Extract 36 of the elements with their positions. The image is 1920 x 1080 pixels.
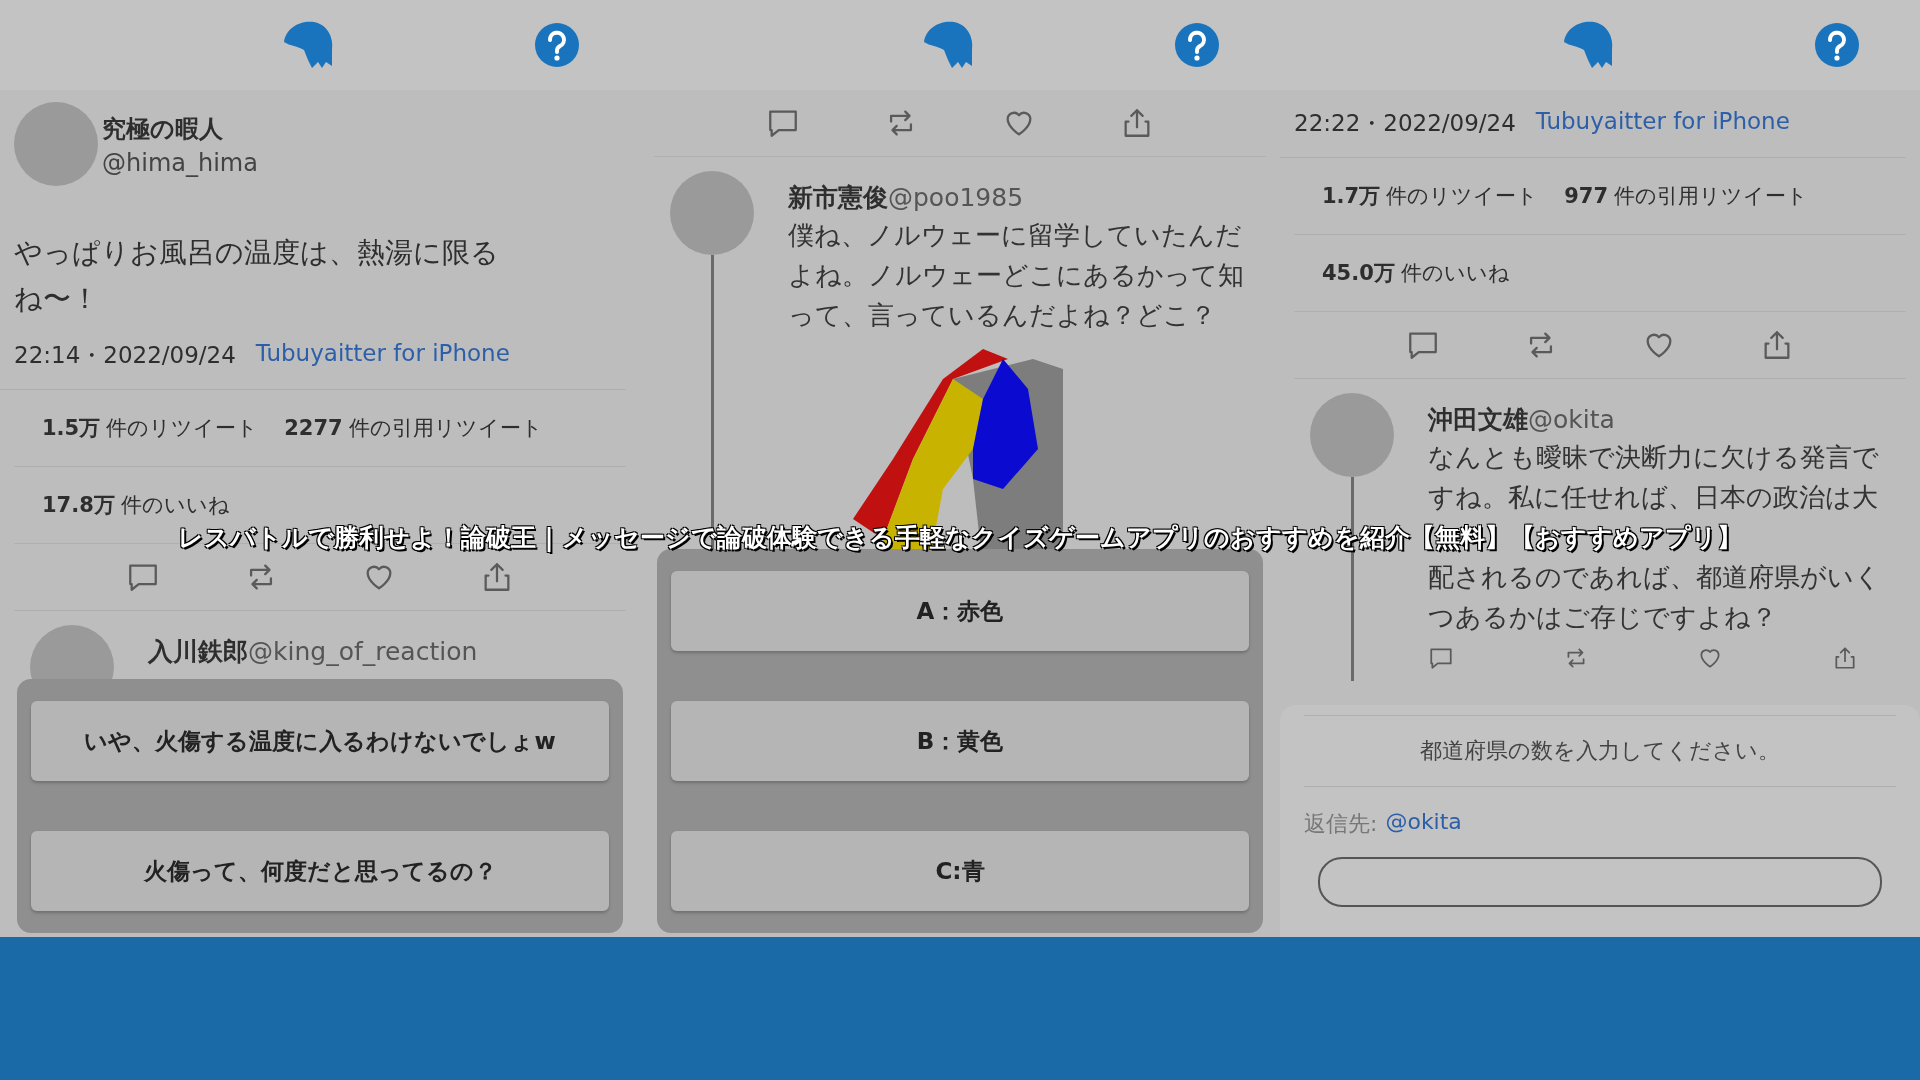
like-label: 件のいいね [1400,260,1510,287]
reply-text: 配されるのであれば、都道府県がいくつあるかはご存じですよね？ [1428,561,1882,634]
author-name: 究極の暇人 [102,114,224,145]
reply-text: なんとも曖昧で決断力に欠ける発言ですね。私に任せれば、日本の政治は大 [1428,441,1880,514]
quote-label: 件の引用リツイート [1614,183,1809,210]
like-count: 17.8万 [42,492,115,519]
author-handle: @hima_hima [102,148,258,179]
quote-count: 2277 [284,416,343,440]
comment-icon[interactable] [1428,645,1454,671]
answer-button[interactable]: C:青 [671,831,1249,911]
input-prompt: 都道府県の数を入力してください。 [1304,715,1896,787]
reply-author: 沖田文雄@okita [1428,404,1616,436]
retweet-count: 1.7万 [1322,183,1381,210]
answer-button[interactable]: いや、火傷する温度に入るわけないでしょw [31,701,609,781]
like-count: 45.0万 [1322,260,1395,287]
answer-button[interactable]: A：赤色 [671,571,1249,651]
quote-count: 977 [1564,184,1609,208]
reply-text: 僕ね、ノルウェーに留学していたんだよね。ノルウェーどこにあるかって知って、言っているんだよね？どこ？ [788,219,1245,332]
reply-to-label: 返信先: [1304,810,1378,838]
reply-author: 新市憲俊@poo1985 [788,182,1025,214]
answer-button[interactable]: B：黄色 [671,701,1249,781]
tweet-timestamp: 22:22・2022/09/24 [1294,109,1516,138]
answer-button[interactable]: 火傷って、何度だと思ってるの？ [31,831,609,911]
help-icon[interactable] [1814,22,1860,68]
retweet-label: 件のリツイート [106,415,259,442]
tweet-timestamp: 22:14・2022/09/24 [14,341,236,370]
quote-label: 件の引用リツイート [348,415,543,442]
reply-author: 入川鉄郎@king_of_reaction [148,636,479,668]
retweet-count: 1.5万 [42,415,101,442]
retweet-label: 件のリツイート [1386,183,1539,210]
help-icon[interactable] [1174,22,1220,68]
input-field[interactable] [1318,857,1882,907]
tweet-text: やっぱりお風呂の温度は、熱湯に限るね〜！ [13,235,500,317]
reply-to-handle[interactable]: @okita [1385,809,1462,839]
like-label: 件のいいね [120,492,230,519]
help-icon[interactable] [534,22,580,68]
